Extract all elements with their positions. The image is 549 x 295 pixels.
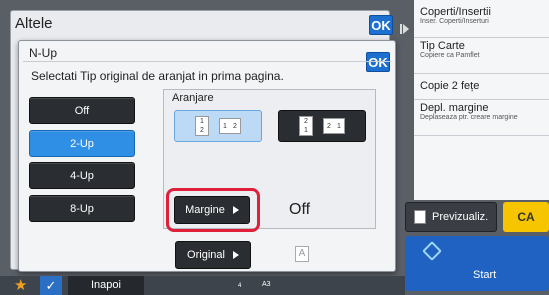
ca-button[interactable]: CA <box>503 202 549 232</box>
list-item-depl-margine[interactable]: Depl. margine Deplaseaza ptr. creare mar… <box>414 102 549 136</box>
layout-1-2-horizontal-icon: 1 2 <box>219 118 241 134</box>
right-function-list: Coperti/Insertii Inser. Coperti/Insertur… <box>414 0 549 200</box>
back-button[interactable]: Inapoi <box>68 276 144 295</box>
start-button[interactable]: Start <box>405 236 549 291</box>
mode-off-button[interactable]: Off <box>29 97 135 124</box>
list-item-copie-2-fete[interactable]: Copie 2 fețe <box>414 76 549 100</box>
window-title: Altele <box>15 15 53 32</box>
expand-arrow-icon[interactable] <box>400 24 410 34</box>
star-icon[interactable]: ★ <box>14 276 27 295</box>
layout-1-2-vertical-icon: 1 2 <box>195 116 209 136</box>
layout-1-2-button[interactable]: 1 2 1 2 <box>174 110 262 142</box>
instruction-text: Selectati Tip original de aranjat in pri… <box>31 69 284 83</box>
dialog-ok-button[interactable]: OK <box>366 52 390 72</box>
preview-icon <box>414 210 426 224</box>
start-icon <box>422 241 442 261</box>
list-item-tip-carte[interactable]: Tip Carte Copiere ca Pamflet <box>414 40 549 74</box>
margine-value: Off <box>289 201 311 218</box>
check-icon[interactable]: ✓ <box>40 276 62 295</box>
layout-2-1-horizontal-icon: 2 1 <box>323 118 345 134</box>
outer-ok-button[interactable]: OK <box>369 15 393 35</box>
original-button[interactable]: Original <box>175 241 251 269</box>
copy-count: 4 <box>238 283 242 289</box>
mode-2-up-button[interactable]: 2-Up <box>29 130 135 157</box>
layout-2-1-vertical-icon: 2 1 <box>299 116 313 136</box>
n-up-dialog: N-Up OK Selectati Tip original de aranja… <box>18 40 396 272</box>
arrow-right-icon <box>232 206 239 214</box>
list-item-coperti[interactable]: Coperti/Insertii Inser. Coperti/Insertur… <box>414 6 549 38</box>
mode-8-up-button[interactable]: 8-Up <box>29 195 135 222</box>
mode-4-up-button[interactable]: 4-Up <box>29 162 135 189</box>
preview-button[interactable]: Previzualiz. <box>405 202 497 232</box>
original-a-icon: A <box>295 246 309 262</box>
layout-2-1-button[interactable]: 2 1 2 1 <box>278 110 366 142</box>
margine-button[interactable]: Margine <box>174 196 250 224</box>
divider <box>23 61 391 62</box>
aranjare-title: Aranjare <box>172 92 214 104</box>
paper-size-label: A3 <box>262 281 271 288</box>
dialog-title: N-Up <box>29 46 58 60</box>
arrow-right-icon <box>232 251 239 259</box>
